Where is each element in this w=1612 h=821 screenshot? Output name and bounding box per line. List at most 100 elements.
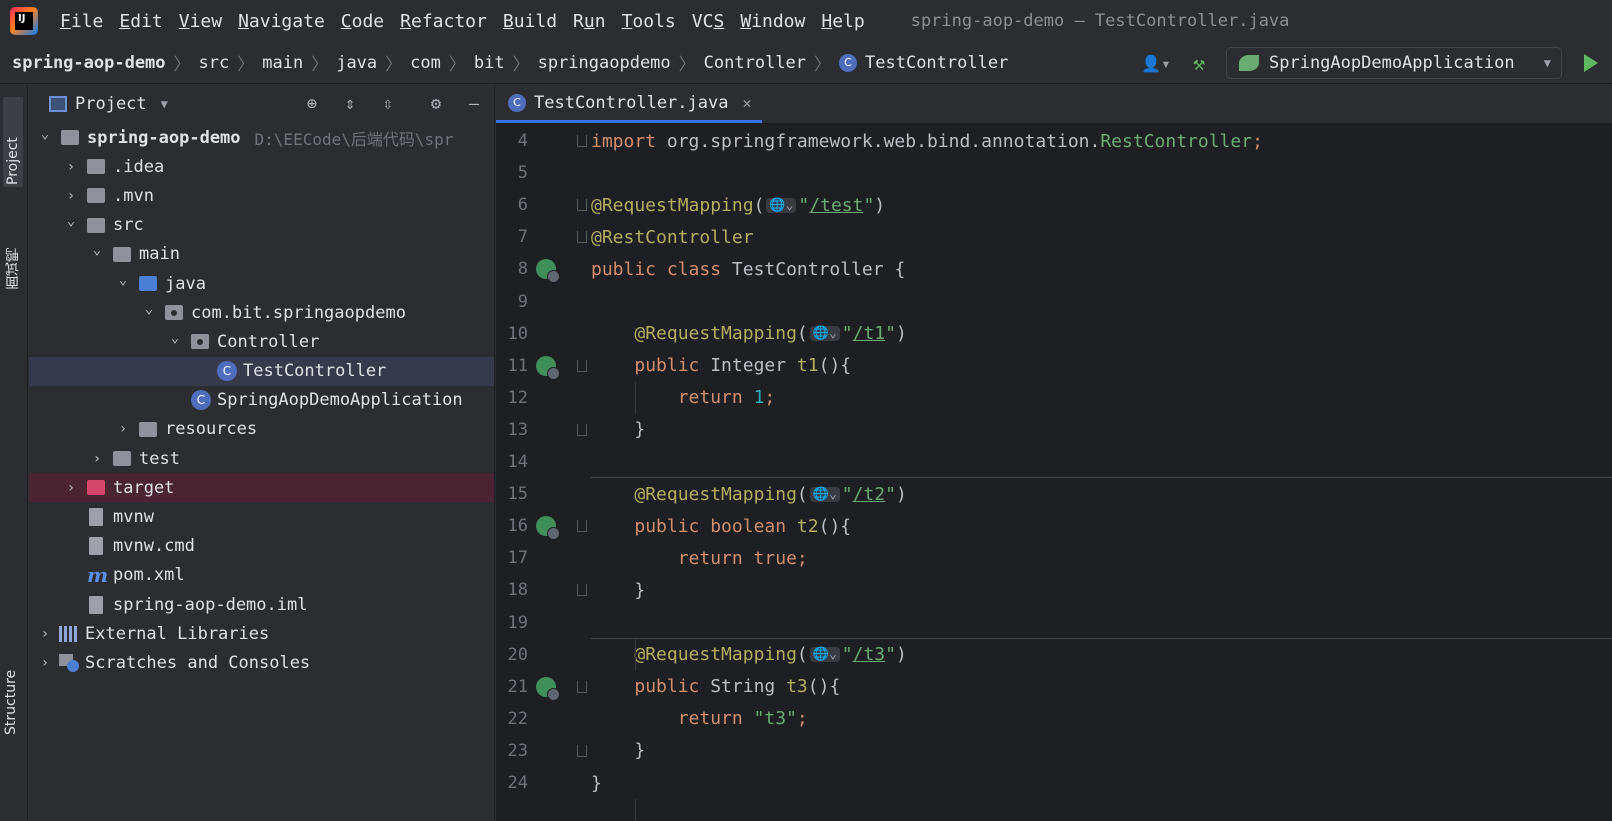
code-line: 6 @RequestMapping(🌐⌄ "/test"): [496, 189, 1612, 221]
menu-refactor[interactable]: Refactor: [400, 11, 487, 32]
fold-marker-icon[interactable]: [577, 135, 587, 147]
hide-panel-icon[interactable]: —: [463, 94, 485, 114]
breadcrumb-item[interactable]: java: [336, 53, 377, 73]
fold-marker-icon[interactable]: [577, 520, 587, 533]
breadcrumb-item[interactable]: com: [410, 53, 441, 73]
tree-item[interactable]: ›spring-aop-demo.iml: [29, 590, 494, 619]
breadcrumb-item[interactable]: src: [199, 53, 230, 73]
chevron-right-icon[interactable]: ›: [35, 655, 55, 671]
tree-item[interactable]: ⌄ src: [29, 211, 494, 240]
chevron-right-icon[interactable]: ›: [61, 480, 81, 496]
spring-bean-gutter-icon[interactable]: [536, 355, 560, 380]
breadcrumb-item[interactable]: spring-aop-demo: [12, 53, 166, 73]
chevron-down-icon[interactable]: ⌄: [165, 330, 185, 346]
fold-marker-icon[interactable]: [577, 359, 587, 372]
chevron-right-icon[interactable]: ›: [35, 626, 55, 642]
fold-marker-icon[interactable]: [577, 199, 587, 212]
tree-item[interactable]: ›CSpringAopDemoApplication: [29, 386, 494, 415]
code-token: ": [885, 644, 896, 666]
tool-tab-interview[interactable]: 面试鸭: [3, 220, 23, 290]
tree-item[interactable]: ⌄ Controller: [29, 327, 494, 356]
tree-item[interactable]: › Scratches and Consoles: [29, 648, 494, 677]
intellij-logo-icon[interactable]: IJ: [10, 7, 38, 35]
breadcrumb-item[interactable]: TestController: [865, 53, 1008, 73]
globe-url-inlay-icon[interactable]: 🌐⌄: [809, 326, 840, 342]
menu-navigate[interactable]: Navigate: [238, 11, 325, 32]
run-configuration-selector[interactable]: SpringAopDemoApplication ▼: [1226, 47, 1562, 79]
chevron-down-icon[interactable]: ⌄: [139, 301, 159, 317]
spring-bean-gutter-icon[interactable]: [536, 259, 560, 284]
menu-run[interactable]: Run: [573, 11, 606, 32]
menu-vcs[interactable]: VCS: [692, 11, 725, 32]
breadcrumb-item[interactable]: Controller: [704, 53, 806, 73]
breadcrumb-item[interactable]: springaopdemo: [538, 53, 671, 73]
fold-marker-icon[interactable]: [577, 231, 587, 244]
menu-edit[interactable]: Edit: [119, 11, 162, 32]
close-icon[interactable]: ✕: [742, 94, 751, 112]
fold-marker-icon[interactable]: [577, 744, 587, 757]
line-number: 21: [507, 676, 528, 697]
tree-item[interactable]: ⌄ java: [29, 269, 494, 298]
tree-item[interactable]: ⌄ spring-aop-demo D:\EECode\后端代码\spr: [29, 123, 494, 152]
code-line: 9: [496, 286, 1612, 318]
code-token: (: [796, 323, 808, 345]
code-token: public: [634, 355, 711, 377]
tree-item[interactable]: › .idea: [29, 152, 494, 181]
globe-url-inlay-icon[interactable]: 🌐⌄: [809, 647, 840, 663]
globe-url-inlay-icon[interactable]: 🌐⌄: [809, 486, 840, 502]
expand-all-icon[interactable]: ⇕: [339, 94, 361, 114]
tree-item-label: main: [139, 244, 180, 265]
spring-bean-gutter-icon[interactable]: [536, 676, 560, 701]
editor-tab-active[interactable]: C TestController.java ✕: [496, 85, 762, 123]
code-line: 18 }: [496, 574, 1612, 606]
tree-item[interactable]: ›mvnw.cmd: [29, 532, 494, 561]
breadcrumb-item[interactable]: bit: [474, 53, 505, 73]
breadcrumb-item[interactable]: main: [262, 53, 303, 73]
tree-item[interactable]: ⌄ main: [29, 240, 494, 269]
package-icon: [165, 305, 183, 321]
build-hammer-icon[interactable]: ⚒: [1184, 48, 1214, 78]
tree-item[interactable]: ›mpom.xml: [29, 561, 494, 590]
fold-marker-icon[interactable]: [577, 584, 587, 597]
collapse-all-icon[interactable]: ⇳: [377, 94, 399, 114]
tree-item[interactable]: › target: [29, 473, 494, 503]
chevron-right-icon[interactable]: ›: [61, 159, 81, 175]
chevron-down-icon[interactable]: ⌄: [35, 126, 55, 142]
spring-bean-gutter-icon[interactable]: [536, 516, 560, 541]
menu-build[interactable]: Build: [503, 11, 557, 32]
code-line: 8 public class TestController {: [496, 253, 1612, 285]
menu-tools[interactable]: Tools: [622, 11, 676, 32]
code-editor[interactable]: 4 import org.springframework.web.bind.ann…: [496, 124, 1612, 821]
tree-item[interactable]: ⌄ com.bit.springaopdemo: [29, 298, 494, 327]
gear-icon[interactable]: ⚙: [425, 94, 447, 114]
chevron-down-icon[interactable]: ▼: [161, 97, 168, 111]
fold-marker-icon[interactable]: [577, 680, 587, 693]
chevron-down-icon[interactable]: ⌄: [61, 213, 81, 229]
menu-help[interactable]: Help: [821, 11, 864, 32]
chevron-down-icon[interactable]: ⌄: [87, 242, 107, 258]
chevron-down-icon[interactable]: ⌄: [113, 272, 133, 288]
tree-item[interactable]: › .mvn: [29, 181, 494, 210]
menu-file[interactable]: File: [60, 11, 103, 32]
tree-item[interactable]: ›CTestController: [29, 356, 494, 386]
tree-item[interactable]: › resources: [29, 415, 494, 444]
chevron-right-icon[interactable]: ›: [113, 421, 133, 437]
menu-code[interactable]: Code: [341, 11, 384, 32]
fold-marker-icon[interactable]: [577, 423, 587, 436]
chevron-right-icon[interactable]: ›: [87, 451, 107, 467]
tool-tab-structure[interactable]: Structure: [3, 645, 19, 735]
locate-file-icon[interactable]: ⊕: [301, 94, 323, 114]
user-account-icon[interactable]: 👤▾: [1136, 48, 1176, 78]
globe-url-inlay-icon[interactable]: 🌐⌄: [766, 197, 797, 213]
chevron-right-icon[interactable]: ›: [61, 188, 81, 204]
tool-tab-project[interactable]: Project: [3, 97, 23, 187]
menu-window[interactable]: Window: [740, 11, 805, 32]
tree-item[interactable]: › test: [29, 444, 494, 473]
run-button[interactable]: [1576, 48, 1606, 78]
tree-item[interactable]: ›mvnw: [29, 502, 494, 531]
code-token: ": [798, 194, 810, 216]
tree-item[interactable]: › External Libraries: [29, 619, 494, 648]
menu-view[interactable]: View: [179, 11, 222, 32]
project-view-title[interactable]: Project: [75, 94, 147, 114]
